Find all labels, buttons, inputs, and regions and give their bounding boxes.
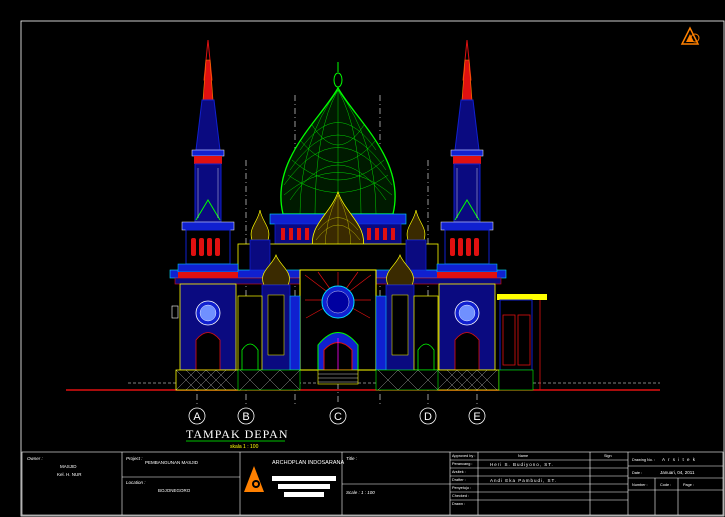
location-value: BOJONEGORO [158, 488, 191, 493]
project-label: Project : [126, 456, 143, 461]
owner-label: Owner : [27, 456, 44, 461]
drawing-no-value: A r s i t e k [662, 457, 696, 462]
drawn-label: Drawn : [452, 502, 465, 506]
elevation-drawing: A B C D E TAMPAK DEPAN skala 1 : 100 Own… [0, 0, 725, 517]
drawing-scale: skala 1 : 100 [230, 444, 259, 450]
date-value: Januari, 04, 2011 [660, 470, 695, 475]
axis-label-e: E [473, 411, 480, 423]
owner-value-2: Kel. H. NUR [57, 472, 82, 477]
owner-value-1: MASJID [60, 464, 77, 469]
scale-label: Scale : 1 : 100 [346, 490, 375, 495]
title-label: Title : [346, 456, 358, 461]
drawing-title: TAMPAK DEPAN [186, 427, 289, 441]
date-label: Date : [632, 471, 642, 475]
page-label: Page : [683, 483, 694, 487]
location-label: Location : [126, 480, 146, 485]
approver-label: Penyetuju : [452, 486, 471, 490]
designer-name: Heri S. Budiyono, ST. [490, 462, 554, 467]
code-label: Code : [660, 483, 671, 487]
axis-label-c: C [334, 411, 342, 423]
architect-label: Arsitek : [452, 470, 466, 474]
drafter-label: Drafter : [452, 478, 466, 482]
project-value: PEMBANGUNAN MASJID [145, 460, 199, 465]
drafter-name: Andi Eka Pambudi, ST. [490, 478, 557, 483]
name-label: Name [518, 454, 528, 458]
designer-label: Perancang : [452, 462, 472, 466]
checked-label: Checked : [452, 494, 469, 498]
drawing-no-label: Drawing No. : [632, 458, 655, 462]
axis-label-a: A [193, 411, 201, 423]
approved-label: Approved by : [452, 454, 475, 458]
sign-label: Sign [604, 454, 612, 458]
central-portal [299, 269, 377, 385]
axis-label-b: B [242, 411, 249, 423]
number-label: Number : [632, 483, 648, 487]
firm-name: ARCHOPLAN INDOSARANA [272, 460, 344, 466]
axis-label-d: D [424, 411, 432, 423]
